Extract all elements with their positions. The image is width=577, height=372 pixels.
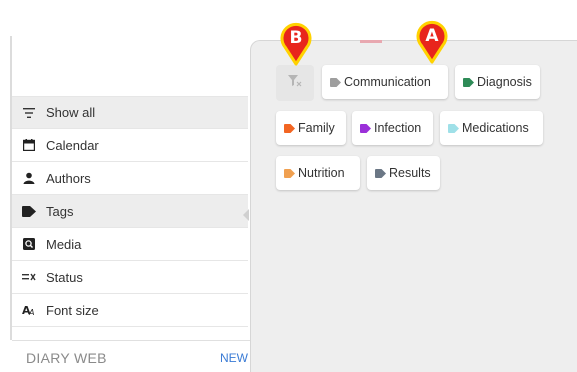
- sidebar-item-label: Status: [46, 269, 83, 285]
- tag-icon: [330, 77, 341, 87]
- sidebar-item-status[interactable]: Status: [12, 261, 248, 294]
- tag-chip-diagnosis[interactable]: Diagnosis: [455, 65, 540, 99]
- tag-icon: [284, 123, 295, 133]
- person-icon: [22, 171, 36, 185]
- tag-chip-results[interactable]: Results: [367, 156, 440, 190]
- clear-filter-button[interactable]: [276, 65, 314, 101]
- tag-icon: [22, 204, 36, 218]
- sidebar: Show all Calendar Authors Tags Media Sta…: [12, 96, 248, 327]
- sidebar-item-tags[interactable]: Tags: [12, 195, 248, 228]
- sidebar-item-calendar[interactable]: Calendar: [12, 129, 248, 162]
- sidebar-item-label: Font size: [46, 302, 99, 318]
- panel-top-mark: [360, 40, 382, 43]
- status-icon: [22, 270, 36, 284]
- tag-chip-communication[interactable]: Communication: [322, 65, 448, 99]
- tag-icon: [375, 168, 386, 178]
- tag-chip-label: Medications: [462, 121, 529, 135]
- callout-marker-b: B: [279, 20, 313, 66]
- callout-letter: A: [425, 26, 439, 46]
- collapse-arrow-icon[interactable]: [243, 209, 249, 221]
- sidebar-item-font-size[interactable]: AA Font size: [12, 294, 248, 327]
- callout-marker-a: A: [415, 18, 449, 64]
- svg-text:A: A: [28, 308, 34, 316]
- tag-icon: [448, 123, 459, 133]
- tag-chip-nutrition[interactable]: Nutrition: [276, 156, 360, 190]
- sidebar-item-media[interactable]: Media: [12, 228, 248, 261]
- sidebar-item-label: Calendar: [46, 137, 99, 153]
- calendar-icon: [22, 138, 36, 152]
- new-button[interactable]: NEW: [220, 351, 248, 365]
- app-footer: DIARY WEB NEW: [12, 340, 262, 372]
- sidebar-item-authors[interactable]: Authors: [12, 162, 248, 195]
- tag-chip-label: Results: [389, 166, 431, 180]
- tag-icon: [360, 123, 371, 133]
- tag-chip-family[interactable]: Family: [276, 111, 346, 145]
- filter-clear-icon: [288, 74, 302, 92]
- sidebar-item-show-all[interactable]: Show all: [12, 96, 248, 129]
- sidebar-item-label: Authors: [46, 170, 91, 186]
- sidebar-item-label: Tags: [46, 203, 74, 219]
- tag-chip-label: Infection: [374, 121, 422, 135]
- app-name: DIARY WEB: [26, 350, 107, 366]
- sidebar-item-label: Media: [46, 236, 82, 252]
- tag-chip-medications[interactable]: Medications: [440, 111, 543, 145]
- tag-chip-label: Diagnosis: [477, 75, 532, 89]
- filter-lines-icon: [22, 106, 36, 120]
- tag-chip-infection[interactable]: Infection: [352, 111, 433, 145]
- tag-chip-label: Family: [298, 121, 335, 135]
- sidebar-item-label: Show all: [46, 105, 96, 120]
- tag-icon: [463, 77, 474, 87]
- media-icon: [22, 237, 36, 251]
- callout-letter: B: [290, 28, 303, 48]
- tag-chip-label: Communication: [344, 75, 431, 89]
- font-size-icon: AA: [22, 303, 36, 317]
- tag-icon: [284, 168, 295, 178]
- tag-chip-label: Nutrition: [298, 166, 345, 180]
